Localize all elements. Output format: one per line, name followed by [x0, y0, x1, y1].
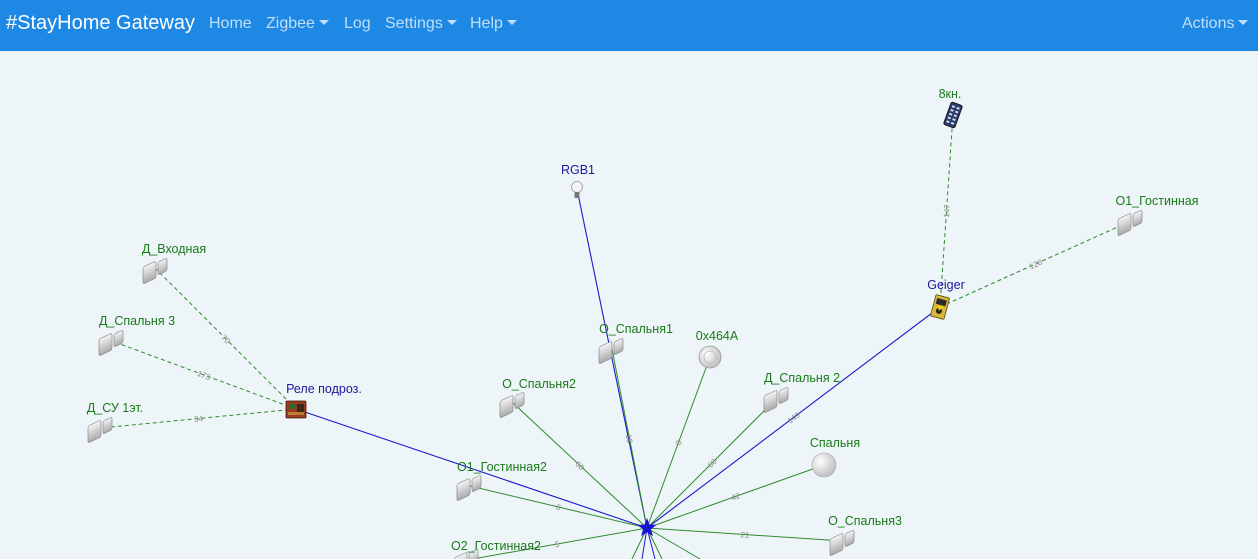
node-label[interactable]: RGB1 [561, 163, 595, 177]
links-layer: 14918 068 604202151471207017334 [100, 114, 1132, 559]
door-sensor-icon[interactable] [763, 387, 789, 413]
link-label: 18 [624, 433, 635, 444]
door-sensor-icon[interactable] [1117, 210, 1143, 236]
nav-settings-label: Settings [385, 15, 443, 32]
node-label[interactable]: Д_Входная [142, 242, 206, 256]
nodes-layer: RGB1 8кн. O1_Гостинная Geiger Д_Входная Д_Спа… [87, 87, 1199, 559]
link-label: 147 [942, 204, 952, 218]
caret-down-icon [1238, 20, 1249, 25]
remote-icon[interactable] [943, 101, 963, 129]
door-sensor-icon[interactable] [598, 338, 624, 364]
node-label[interactable]: Д_СУ 1эт. [87, 401, 143, 415]
round-sensor-icon[interactable] [698, 345, 722, 369]
link-line [576, 188, 648, 529]
node-label[interactable]: O_Спальня2 [502, 377, 576, 391]
sphere-sensor-icon[interactable] [811, 452, 837, 478]
link-label: 173 [196, 369, 212, 382]
node-label[interactable]: O1_Гостинная2 [457, 460, 547, 474]
nav-settings[interactable]: Settings [385, 15, 457, 33]
link-label: 120 [1028, 257, 1044, 271]
relay-icon[interactable] [285, 400, 307, 419]
link-label: 5 [554, 540, 561, 550]
link-label: 34 [194, 414, 204, 424]
node-label[interactable]: O_Спальня1 [599, 322, 673, 336]
node-label[interactable]: Geiger [927, 278, 965, 292]
caret-down-icon [446, 20, 457, 25]
nav-help[interactable]: Help [470, 15, 517, 33]
nav-log[interactable]: Log [344, 15, 371, 33]
door-sensor-icon[interactable] [456, 475, 482, 501]
node-label[interactable]: O2_Гостинная2 [451, 539, 541, 553]
node-label[interactable]: Д_Спальня 2 [764, 371, 840, 385]
door-sensor-icon[interactable] [98, 330, 124, 356]
link-label: 42 [730, 491, 742, 503]
door-sensor-icon[interactable] [87, 417, 113, 443]
caret-down-icon [506, 20, 517, 25]
navbar: #StayHome Gateway Home Zigbee Log Settin… [0, 0, 1258, 51]
nav-actions[interactable]: Actions [1182, 15, 1249, 33]
node-label[interactable]: Спальня [810, 436, 860, 450]
door-sensor-icon[interactable] [499, 392, 525, 418]
node-label[interactable]: Реле подроз. [286, 382, 362, 396]
door-sensor-icon[interactable] [829, 530, 855, 556]
node-label[interactable]: 0x464A [696, 329, 739, 343]
node-label[interactable]: O1_Гостинная [1116, 194, 1199, 208]
node-label[interactable]: Д_Спальня 3 [99, 314, 175, 328]
network-map[interactable]: 14918 068 604202151471207017334 RGB18кн.O1… [0, 51, 1258, 559]
nav-help-label: Help [470, 15, 503, 32]
nav-zigbee[interactable]: Zigbee [266, 15, 329, 33]
nav-zigbee-label: Zigbee [266, 15, 315, 32]
node-label[interactable]: 8кн. [939, 87, 962, 101]
nav-home[interactable]: Home [209, 15, 252, 33]
bulb-icon[interactable] [571, 181, 583, 199]
nav-log-label: Log [344, 15, 371, 32]
geiger-icon[interactable] [930, 294, 950, 320]
node-label[interactable]: O_Спальня3 [828, 514, 902, 528]
nav-home-label: Home [209, 15, 252, 32]
nav-actions-label: Actions [1182, 15, 1235, 32]
caret-down-icon [318, 20, 329, 25]
link-label: 21 [740, 530, 750, 540]
door-sensor-icon[interactable] [142, 258, 168, 284]
brand-title[interactable]: #StayHome Gateway [6, 12, 195, 35]
